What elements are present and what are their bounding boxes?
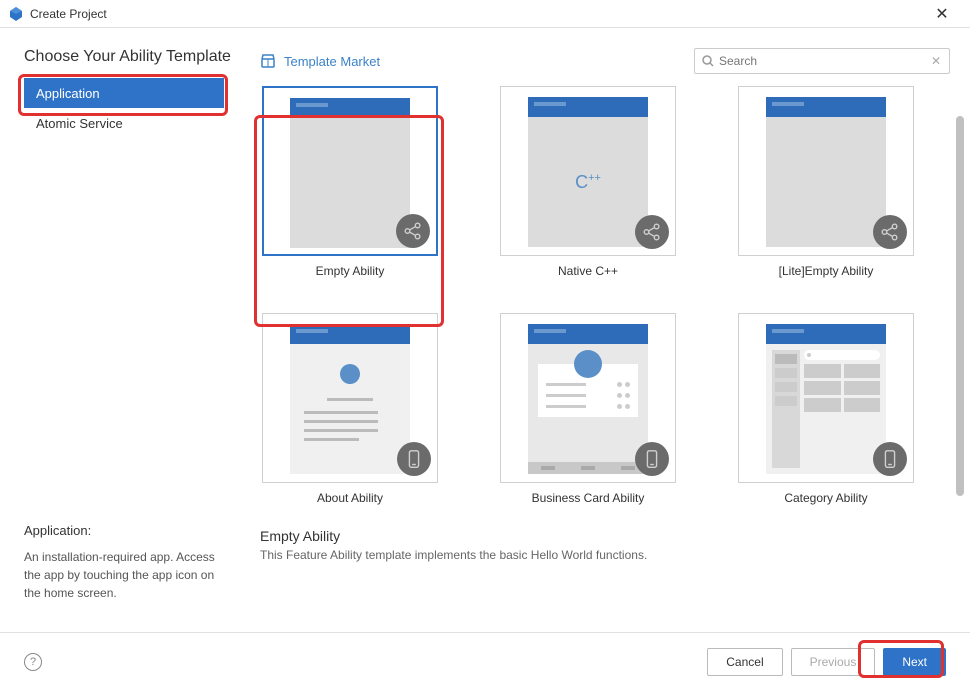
template-category-ability[interactable]: Category Ability xyxy=(736,313,916,516)
window-title: Create Project xyxy=(30,7,922,21)
template-name: About Ability xyxy=(317,491,383,505)
template-thumb: C++ xyxy=(500,86,676,256)
template-lite-empty-ability[interactable]: [Lite]Empty Ability xyxy=(736,86,916,289)
search-clear-icon[interactable]: ✕ xyxy=(929,54,943,68)
help-icon: ? xyxy=(30,656,36,668)
sidebar-item-label: Atomic Service xyxy=(36,116,123,131)
phone-icon xyxy=(873,442,907,476)
template-business-card-ability[interactable]: Business Card Ability xyxy=(498,313,678,516)
sidebar: Choose Your Ability Template Application… xyxy=(0,28,240,632)
sidebar-item-application[interactable]: Application xyxy=(24,78,224,108)
cancel-button[interactable]: Cancel xyxy=(707,648,782,676)
sidebar-desc-text: An installation-required app. Access the… xyxy=(24,548,220,602)
main-topbar: Template Market ✕ xyxy=(252,48,950,74)
template-name: Category Ability xyxy=(784,491,867,505)
sidebar-description: Application: An installation-required ap… xyxy=(24,523,240,632)
template-grid: Empty Ability C++ Native C++ xyxy=(252,86,950,516)
next-button[interactable]: Next xyxy=(883,648,946,676)
template-thumb xyxy=(500,313,676,483)
phone-icon xyxy=(397,442,431,476)
cpp-icon: C++ xyxy=(575,172,601,193)
main-panel: Template Market ✕ Empty Ability xyxy=(240,28,970,632)
sidebar-item-atomic-service[interactable]: Atomic Service xyxy=(24,108,224,138)
template-thumb xyxy=(262,313,438,483)
template-description: Empty Ability This Feature Ability templ… xyxy=(252,516,950,562)
search-icon xyxy=(701,54,715,68)
content: Choose Your Ability Template Application… xyxy=(0,28,970,632)
close-button[interactable]: ✕ xyxy=(922,0,962,28)
scrollbar[interactable] xyxy=(956,116,964,536)
template-about-ability[interactable]: About Ability xyxy=(260,313,440,516)
phone-icon xyxy=(635,442,669,476)
search-box[interactable]: ✕ xyxy=(694,48,950,74)
sidebar-item-label: Application xyxy=(36,86,100,101)
previous-button[interactable]: Previous xyxy=(791,648,876,676)
template-name: Native C++ xyxy=(558,264,618,278)
help-button[interactable]: ? xyxy=(24,653,42,671)
close-icon: ✕ xyxy=(935,4,948,24)
footer: ? Cancel Previous Next xyxy=(0,632,970,690)
template-market-link[interactable]: Template Market xyxy=(284,54,686,69)
template-name: Business Card Ability xyxy=(532,491,645,505)
template-empty-ability[interactable]: Empty Ability xyxy=(260,86,440,289)
template-thumb xyxy=(738,313,914,483)
share-icon xyxy=(635,215,669,249)
market-icon xyxy=(260,53,276,69)
template-name: Empty Ability xyxy=(316,264,385,278)
template-name: [Lite]Empty Ability xyxy=(779,264,874,278)
share-icon xyxy=(396,214,430,248)
titlebar: Create Project ✕ xyxy=(0,0,970,28)
template-thumb xyxy=(738,86,914,256)
template-thumb xyxy=(262,86,438,256)
sidebar-heading: Choose Your Ability Template xyxy=(24,48,240,66)
search-input[interactable] xyxy=(719,54,929,68)
scrollbar-thumb[interactable] xyxy=(956,116,964,496)
share-icon xyxy=(873,215,907,249)
template-native-cpp[interactable]: C++ Native C++ xyxy=(498,86,678,289)
desc-title: Empty Ability xyxy=(260,528,942,544)
app-logo-icon xyxy=(8,6,24,22)
sidebar-desc-title: Application: xyxy=(24,523,220,538)
desc-text: This Feature Ability template implements… xyxy=(260,548,942,562)
